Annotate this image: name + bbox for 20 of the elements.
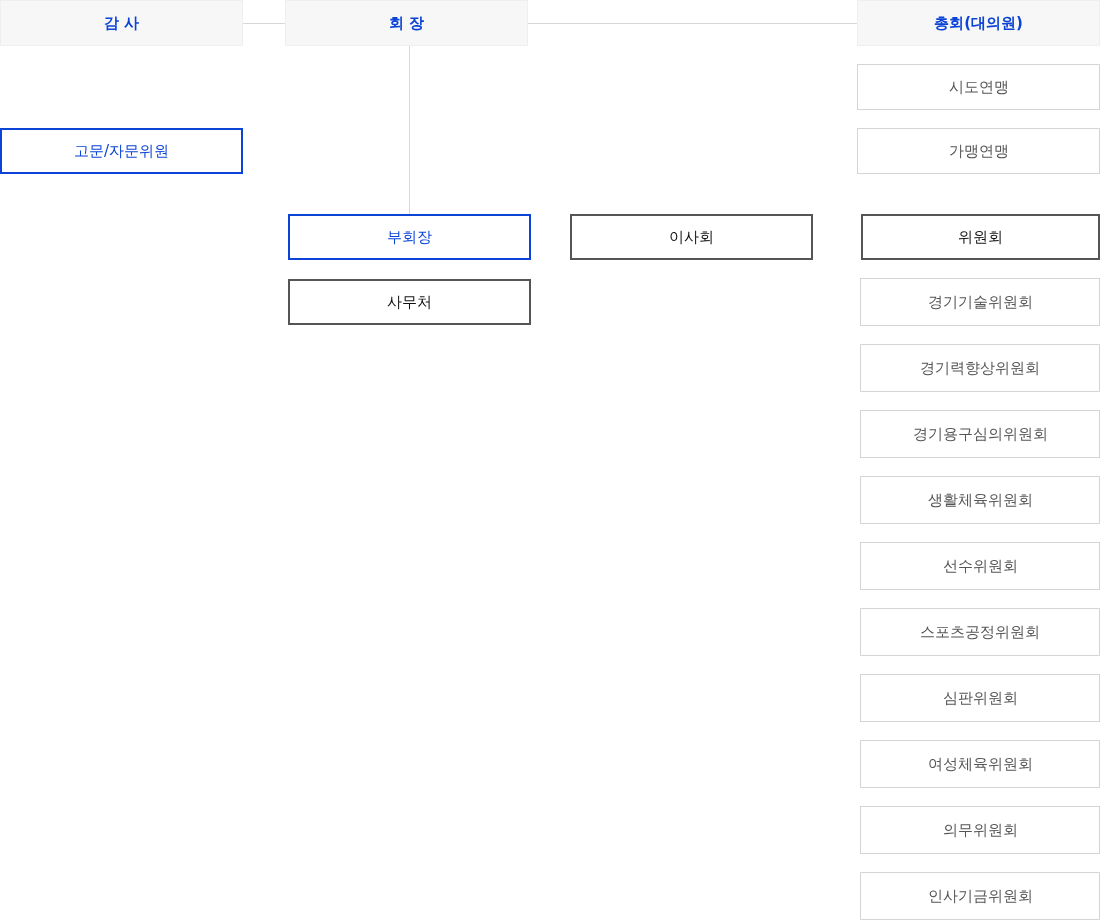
org-heading: 총회(대의원) xyxy=(857,0,1100,46)
org-heading: 회 장 xyxy=(285,0,528,46)
org-box: 생활체육위원회 xyxy=(860,476,1100,524)
org-box: 경기력향상위원회 xyxy=(860,344,1100,392)
org-box: 의무위원회 xyxy=(860,806,1100,854)
org-box: 선수위원회 xyxy=(860,542,1100,590)
org-box: 심판위원회 xyxy=(860,674,1100,722)
org-box: 위원회 xyxy=(861,214,1100,260)
org-box: 여성체육위원회 xyxy=(860,740,1100,788)
org-box: 부회장 xyxy=(288,214,531,260)
org-box: 경기기술위원회 xyxy=(860,278,1100,326)
org-box: 시도연맹 xyxy=(857,64,1100,110)
org-heading: 감 사 xyxy=(0,0,243,46)
org-box: 이사회 xyxy=(570,214,813,260)
org-box: 스포츠공정위원회 xyxy=(860,608,1100,656)
org-box: 가맹연맹 xyxy=(857,128,1100,174)
org-box: 인사기금위원회 xyxy=(860,872,1100,920)
org-box: 경기용구심의위원회 xyxy=(860,410,1100,458)
org-box: 사무처 xyxy=(288,279,531,325)
org-box: 고문/자문위원 xyxy=(0,128,243,174)
